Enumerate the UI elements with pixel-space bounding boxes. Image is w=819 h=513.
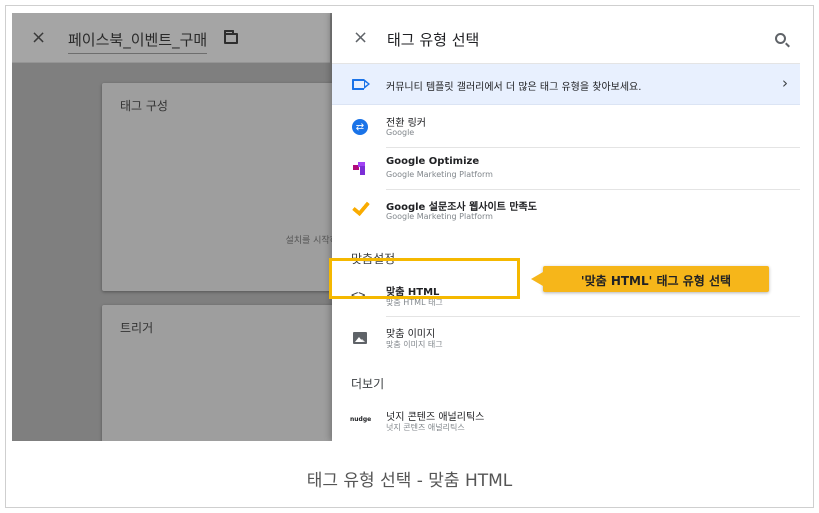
community-gallery-text: 커뮤니티 템플릿 갤러리에서 더 많은 태그 유형을 찾아보세요. — [386, 82, 642, 93]
triggering-title: 트리거 — [120, 321, 154, 335]
search-icon[interactable] — [775, 33, 786, 44]
tag-type-description: 맞춤 이미지 태그 — [386, 340, 443, 349]
panel-title: 태그 유형 선택 — [387, 31, 480, 49]
tag-configuration-hint: 설치를 시작하 — [285, 236, 338, 246]
tag-type-custom-image[interactable]: 맞춤 이미지 맞춤 이미지 태그 — [332, 317, 800, 359]
image-icon — [353, 332, 367, 344]
tag-type-name: 넛지 콘텐즈 애널리틱스 — [386, 412, 485, 423]
tag-type-name: 전환 링커 — [386, 118, 426, 129]
tag-type-conversion-linker[interactable]: ⇄ 전환 링커 Google — [332, 106, 800, 148]
annotation-callout: '맞춤 HTML' 태그 유형 선택 — [531, 266, 769, 292]
tag-type-vendor: Google Marketing Platform — [386, 212, 493, 221]
tag-type-vendor: Google Marketing Platform — [386, 170, 493, 179]
tag-type-name: Google Optimize — [386, 156, 480, 167]
nudge-logo-icon: nudge — [350, 416, 372, 423]
annotation-text: '맞춤 HTML' 태그 유형 선택 — [580, 274, 732, 288]
section-more: 더보기 — [351, 377, 385, 391]
choose-tag-type-panel: × 태그 유형 선택 커뮤니티 템플릿 갤러리에서 더 많은 태그 유형을 찾아… — [332, 13, 800, 441]
figure-caption: 태그 유형 선택 - 맞춤 HTML — [306, 471, 513, 491]
tag-type-name: Google 설문조사 웹사이트 만족도 — [386, 202, 537, 213]
tag-type-name: 맞춤 이미지 — [386, 329, 436, 340]
optimize-icon — [351, 160, 369, 178]
custom-html-highlight — [329, 258, 520, 299]
gtm-screenshot: × 페이스북_이벤트_구매 태그 구성 설치를 시작하 트리거 × 태그 유형 … — [12, 13, 800, 441]
folder-icon[interactable] — [224, 30, 238, 44]
tag-name-field[interactable]: 페이스북_이벤트_구매 — [68, 29, 208, 54]
panel-header: × 태그 유형 선택 — [332, 13, 800, 64]
conversion-linker-icon: ⇄ — [352, 119, 368, 135]
tag-type-description: 넛지 콘텐즈 애널리틱스 — [386, 423, 465, 432]
community-gallery-link[interactable]: 커뮤니티 템플릿 갤러리에서 더 많은 태그 유형을 찾아보세요. › — [332, 64, 800, 105]
close-editor-icon[interactable]: × — [31, 28, 46, 48]
tag-configuration-card[interactable]: 태그 구성 설치를 시작하 — [102, 83, 338, 291]
triggering-card[interactable]: 트리거 — [102, 305, 338, 441]
survey-check-icon — [352, 197, 370, 217]
tag-label-icon — [352, 79, 370, 90]
tag-type-vendor: Google — [386, 128, 415, 137]
close-panel-icon[interactable]: × — [353, 28, 368, 48]
tag-type-google-surveys[interactable]: Google 설문조사 웹사이트 만족도 Google Marketing Pl… — [332, 190, 800, 232]
tag-type-google-optimize[interactable]: Google Optimize Google Marketing Platfor… — [332, 148, 800, 190]
tag-configuration-title: 태그 구성 — [120, 99, 168, 113]
tag-editor-header: × 페이스북_이벤트_구매 — [12, 13, 330, 63]
chevron-right-icon: › — [782, 74, 788, 92]
tag-type-nudge-content-analytics[interactable]: nudge 넛지 콘텐즈 애널리틱스 넛지 콘텐즈 애널리틱스 — [332, 400, 800, 441]
